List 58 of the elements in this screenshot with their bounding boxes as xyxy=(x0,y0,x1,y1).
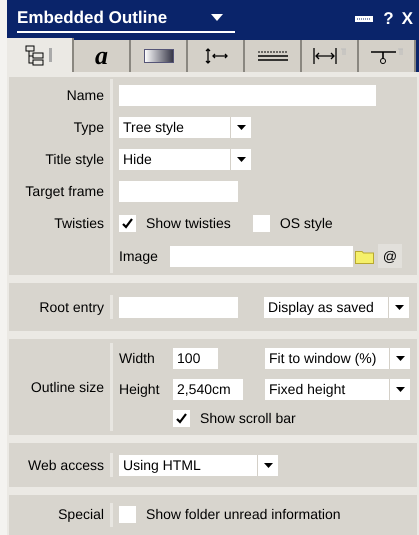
dropdown[interactable]: Fit to window (%) xyxy=(265,348,410,370)
dropdown[interactable]: Tree style xyxy=(119,116,251,138)
field-label: Type xyxy=(74,118,104,137)
field-label: Title style xyxy=(45,150,104,169)
dropdown[interactable]: Fixed height xyxy=(265,379,410,400)
title-dropdown[interactable]: Embedded Outline xyxy=(17,4,235,33)
caret-icon xyxy=(211,14,223,21)
checkbox[interactable] xyxy=(119,506,136,524)
font-tab-glyph: a xyxy=(95,42,108,68)
checkbox-label: Show twisties xyxy=(146,214,231,233)
text-field[interactable] xyxy=(170,246,353,267)
width-arrow-icon xyxy=(312,46,346,64)
tab[interactable] xyxy=(302,40,359,72)
tab[interactable] xyxy=(245,40,302,72)
outline-tree-icon xyxy=(24,44,54,66)
caret-icon xyxy=(236,124,246,130)
section-label: Root entry xyxy=(39,298,104,317)
caret-icon xyxy=(396,356,404,362)
checkbox[interactable] xyxy=(252,214,270,232)
caret-icon xyxy=(394,304,404,310)
gradient-swatch-icon xyxy=(144,48,174,62)
field-label: Target frame xyxy=(25,182,104,201)
field-label: Name xyxy=(66,86,104,105)
text-field[interactable] xyxy=(119,84,376,106)
tab[interactable] xyxy=(188,40,245,72)
section-label: Web access xyxy=(28,456,104,475)
field-label: Height xyxy=(119,380,160,400)
spacing-arrows-icon xyxy=(204,48,228,64)
caret-icon xyxy=(396,387,404,392)
text-field[interactable]: 100 xyxy=(173,348,218,370)
field-label: Image xyxy=(119,246,159,266)
minimize-icon[interactable] xyxy=(355,16,374,22)
caret-icon xyxy=(236,156,246,162)
field-label: Twisties xyxy=(54,214,104,233)
tab[interactable] xyxy=(131,40,188,72)
tab[interactable] xyxy=(359,40,416,72)
checkbox-label: Show folder unread information xyxy=(146,505,341,524)
text-field[interactable] xyxy=(119,296,238,318)
close-button[interactable]: X xyxy=(402,6,413,32)
field-label: Width xyxy=(119,349,156,368)
text-field[interactable] xyxy=(119,180,238,202)
checkbox-label: Show scroll bar xyxy=(200,408,296,428)
caret-icon xyxy=(264,462,272,468)
text-field[interactable]: 2,540cm xyxy=(173,379,243,400)
dropdown[interactable]: Hide xyxy=(119,148,251,170)
tab[interactable] xyxy=(7,38,74,72)
tab-stop-icon xyxy=(370,46,404,64)
section-label: Outline size xyxy=(30,378,104,397)
checkbox-label: OS style xyxy=(280,214,333,233)
lines-icon xyxy=(258,50,288,62)
at-button[interactable]: @ xyxy=(378,244,402,268)
tab[interactable]: a xyxy=(74,40,131,72)
dropdown[interactable]: Using HTML xyxy=(119,454,278,476)
dropdown[interactable]: Display as saved xyxy=(264,296,409,318)
section-label: Special xyxy=(58,505,104,524)
checkbox[interactable] xyxy=(119,214,136,232)
checkbox[interactable] xyxy=(173,410,190,427)
help-button[interactable]: ? xyxy=(383,6,394,32)
